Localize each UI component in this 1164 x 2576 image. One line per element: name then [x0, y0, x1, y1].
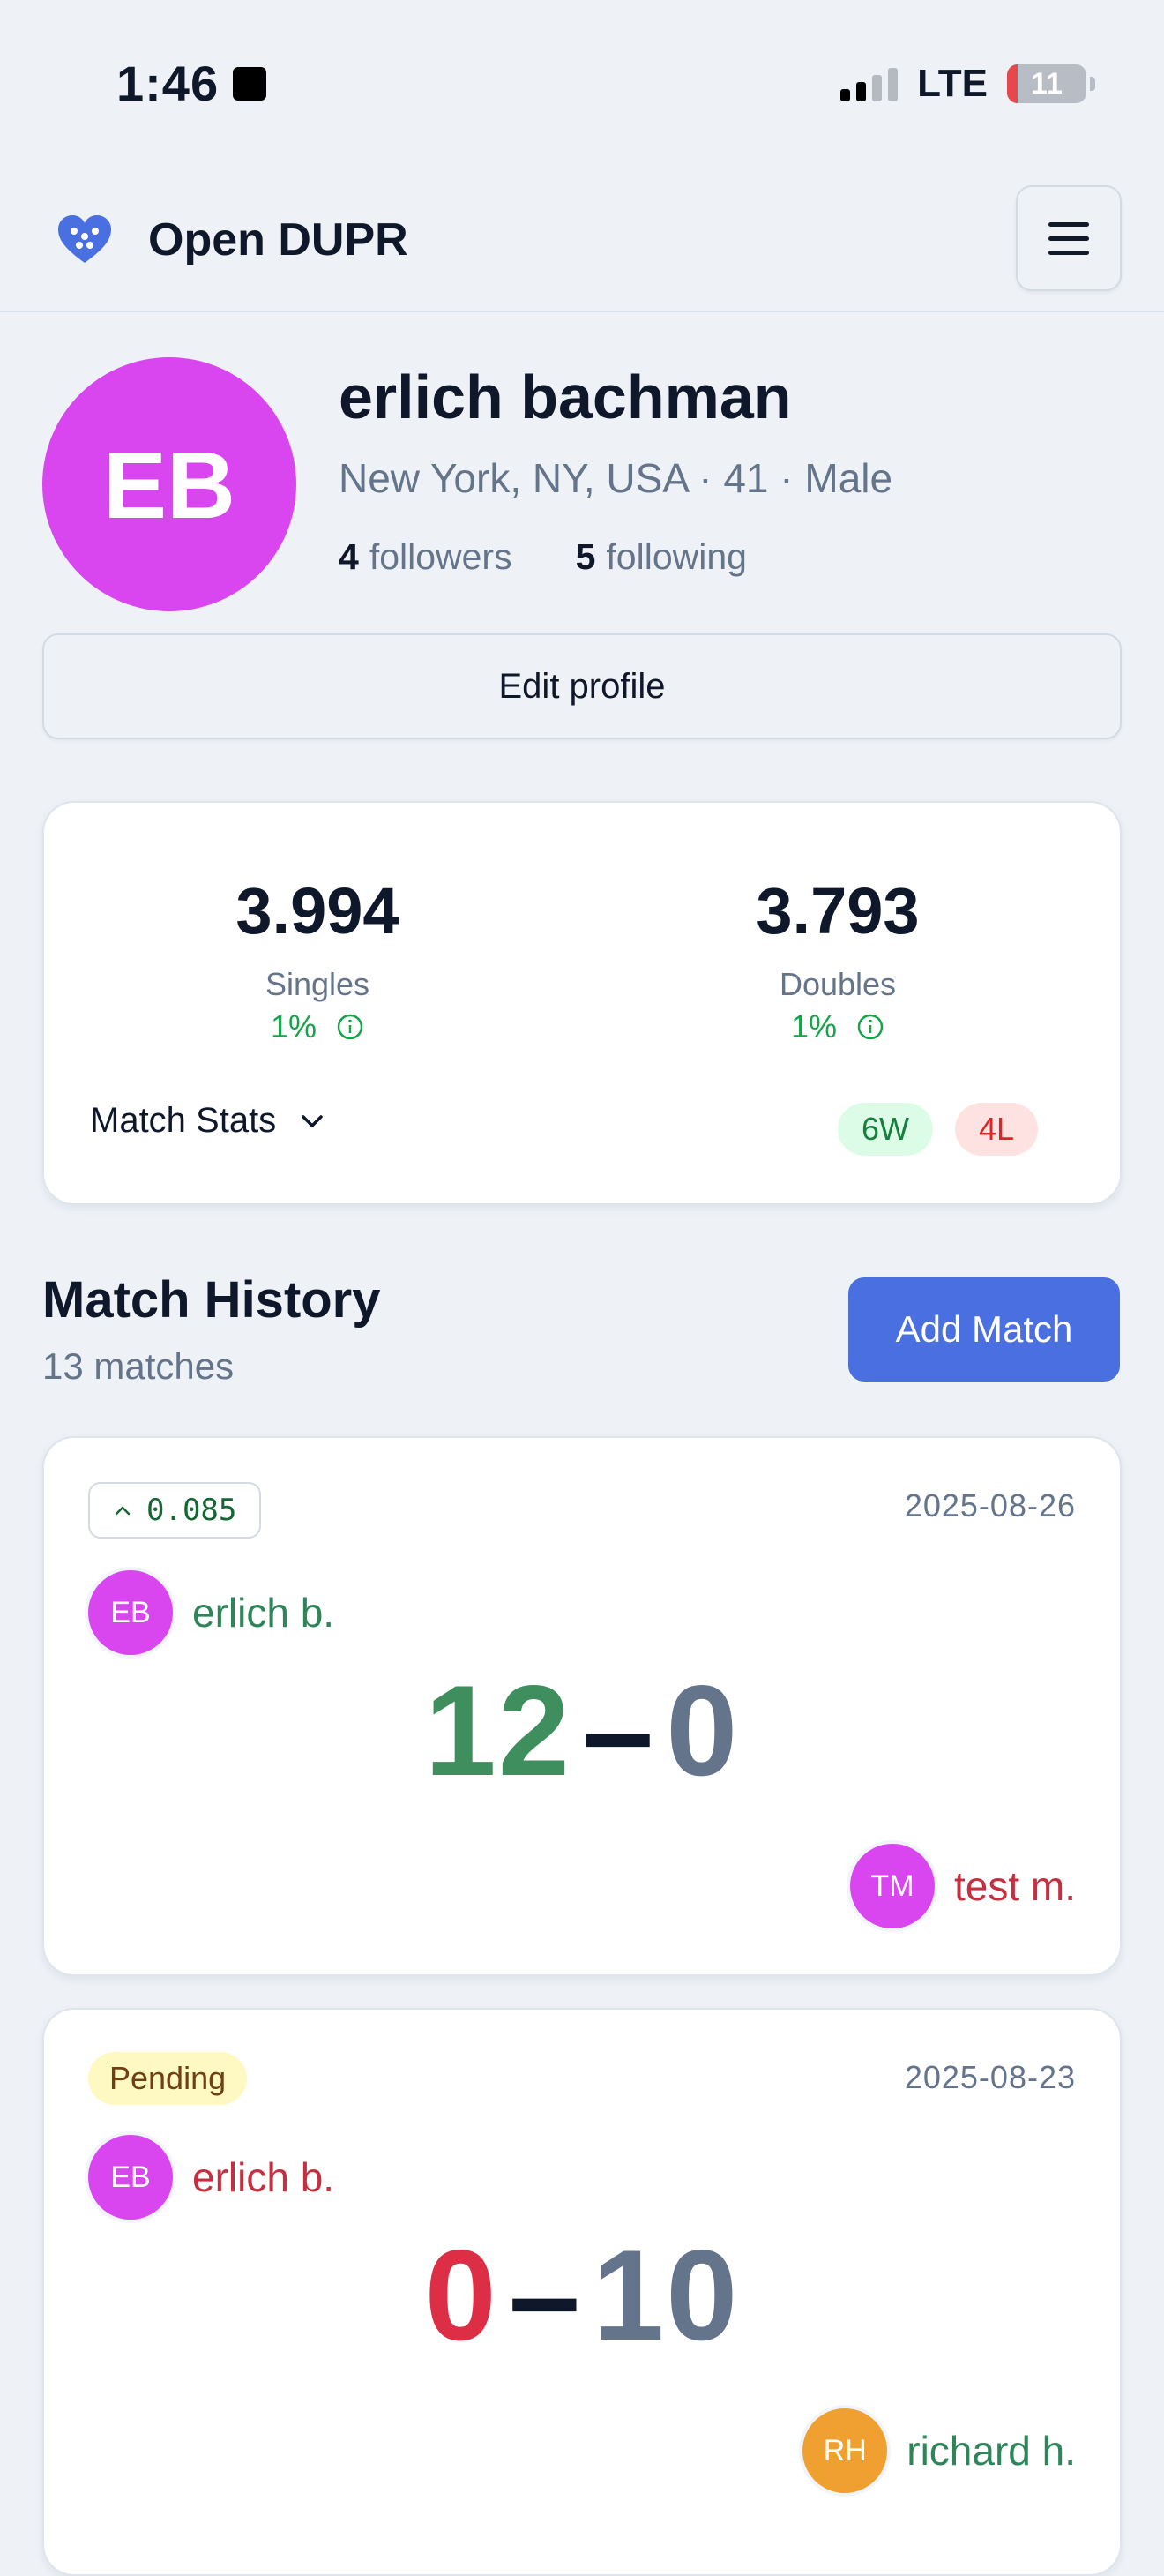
singles-label: Singles	[265, 966, 370, 1002]
app-header: Open DUPR	[0, 168, 1164, 312]
score-team2: 10	[593, 2223, 740, 2367]
heart-ball-logo[interactable]	[56, 213, 113, 266]
info-icon[interactable]	[856, 1013, 884, 1041]
player-name: richard h.	[907, 2428, 1076, 2474]
avatar: EB	[88, 2135, 173, 2220]
follow-stats: 4 followers 5 following	[339, 536, 747, 578]
chevron-up-icon	[115, 1506, 131, 1516]
team2-player[interactable]: TM test m.	[849, 1844, 1076, 1928]
doubles-value: 3.793	[756, 874, 920, 947]
score-team1: 12	[424, 1659, 571, 1802]
menu-button[interactable]	[1016, 185, 1122, 291]
match-count: 13 matches	[42, 1345, 235, 1387]
singles-change: 1%	[132, 1008, 503, 1045]
following-link[interactable]: 5 following	[576, 536, 747, 578]
player-name: test m.	[953, 1863, 1076, 1909]
match-date: 2025-08-23	[904, 2059, 1076, 2095]
add-match-button[interactable]: Add Match	[848, 1277, 1120, 1382]
avatar: EB	[88, 1570, 173, 1655]
edit-profile-button[interactable]: Edit profile	[42, 633, 1122, 739]
profile-meta: New York, NY, USA · 41 · Male	[339, 455, 893, 501]
losses-badge: 4L	[955, 1103, 1038, 1156]
score-separator: –	[508, 2223, 582, 2367]
profile-name: erlich bachman	[339, 363, 792, 431]
score-separator: –	[582, 1659, 656, 1802]
chevron-down-icon	[302, 1114, 323, 1127]
match-score: 12–0	[44, 1657, 1120, 1805]
doubles-label: Doubles	[779, 966, 897, 1002]
singles-value: 3.994	[235, 874, 399, 947]
status-badge: Pending	[88, 2052, 248, 2105]
match-history-title: Match History	[42, 1271, 381, 1329]
singles-rating: 3.994 Singles 1%	[132, 873, 503, 1045]
network-label: LTE	[917, 62, 988, 105]
team1-player[interactable]: EB erlich b.	[88, 2135, 334, 2220]
ratings-card: 3.994 Singles 1% 3.793 Doubles 1% Match …	[42, 801, 1122, 1205]
screen-recording-icon	[233, 66, 267, 101]
team1-player[interactable]: EB erlich b.	[88, 1570, 334, 1655]
clock-text: 1:46	[116, 56, 220, 111]
player-name: erlich b.	[192, 2154, 335, 2200]
profile-avatar: EB	[42, 357, 296, 611]
followers-link[interactable]: 4 followers	[339, 536, 512, 578]
status-time: 1:46	[116, 55, 267, 112]
match-stats-toggle[interactable]: Match Stats	[90, 1101, 325, 1141]
rating-delta-chip: 0.085	[88, 1482, 262, 1539]
match-card[interactable]: Pending 2025-08-23 EB erlich b. 0–10 RH …	[42, 2008, 1122, 2576]
match-date: 2025-08-26	[904, 1487, 1076, 1524]
status-bar: 1:46 LTE 11	[0, 0, 1164, 168]
wins-badge: 6W	[838, 1103, 933, 1156]
team2-player[interactable]: RH richard h.	[802, 2408, 1076, 2493]
avatar: RH	[802, 2408, 888, 2493]
doubles-rating: 3.793 Doubles 1%	[653, 873, 1023, 1045]
match-card[interactable]: 0.085 2025-08-26 EB erlich b. 12–0 TM te…	[42, 1436, 1122, 1976]
app-title[interactable]: Open DUPR	[148, 213, 408, 266]
doubles-change: 1%	[653, 1008, 1023, 1045]
score-team2: 0	[666, 1659, 740, 1802]
hamburger-icon	[1048, 221, 1089, 227]
battery-level: 11	[1031, 66, 1063, 101]
match-score: 0–10	[44, 2221, 1120, 2370]
signal-icon	[840, 66, 899, 101]
score-team1: 0	[424, 2223, 498, 2367]
info-icon[interactable]	[336, 1013, 364, 1041]
player-name: erlich b.	[192, 1590, 335, 1636]
avatar: TM	[849, 1844, 935, 1928]
battery-icon: 11	[1007, 64, 1095, 103]
